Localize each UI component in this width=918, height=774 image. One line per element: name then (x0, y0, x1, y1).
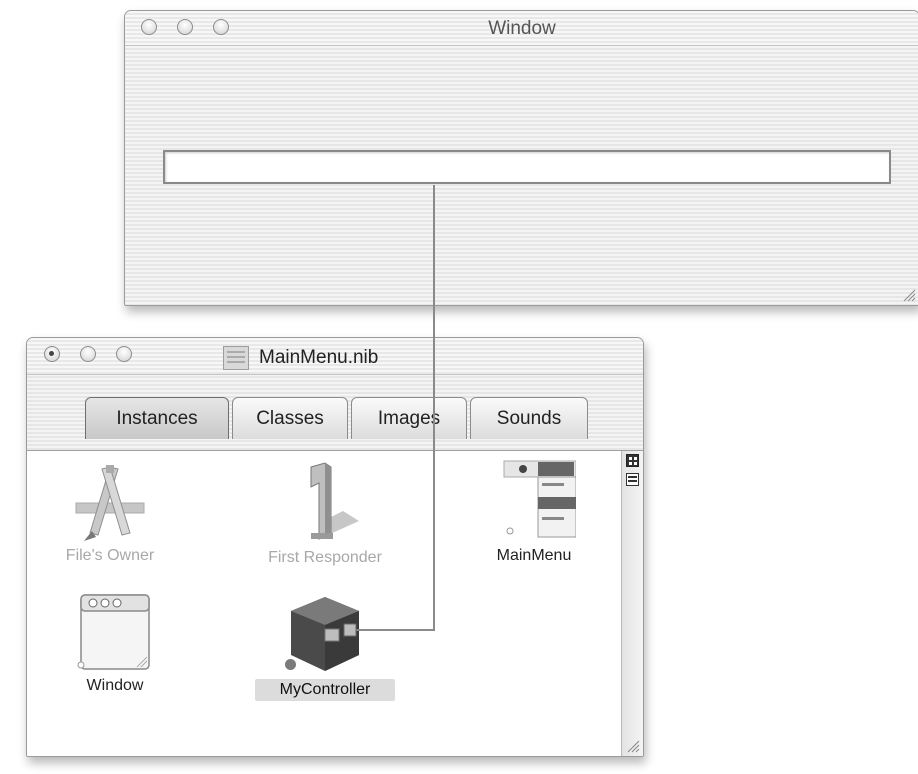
text-field[interactable] (163, 150, 891, 184)
instance-first-responder[interactable]: First Responder (245, 461, 405, 567)
window-instance-icon (77, 594, 150, 670)
first-responder-icon (310, 462, 359, 540)
nib-window-titlebar[interactable]: MainMenu.nib (27, 338, 643, 375)
nib-window-title: MainMenu.nib (259, 347, 379, 368)
zoom-icon[interactable] (116, 346, 132, 362)
top-window-title: Window (488, 18, 556, 39)
instance-window[interactable]: Window (65, 593, 165, 695)
top-window: Window (124, 10, 918, 306)
tab-sounds[interactable]: Sounds (470, 397, 588, 439)
main-menu-icon (503, 460, 576, 538)
instance-my-controller[interactable]: MyController (255, 593, 395, 701)
top-window-content (125, 46, 918, 305)
instance-main-menu[interactable]: MainMenu (479, 459, 589, 565)
instance-files-owner[interactable]: File's Owner (45, 465, 175, 565)
instances-pane: File's Owner First Responder MainMenu Wi… (27, 451, 621, 756)
nib-window: MainMenu.nib Instances Classes Images So… (26, 337, 644, 757)
instance-label: MainMenu (496, 547, 572, 564)
icon-view-toggle-icon[interactable] (626, 454, 639, 467)
tab-bar: Instances Classes Images Sounds (27, 375, 643, 451)
tab-instances[interactable]: Instances (85, 397, 229, 439)
close-icon[interactable] (44, 346, 60, 362)
tab-images[interactable]: Images (351, 397, 467, 439)
file-owner-icon (75, 465, 145, 541)
instance-label: MyController (255, 679, 395, 701)
top-window-titlebar[interactable]: Window (125, 11, 918, 46)
instance-label: Window (86, 677, 144, 694)
list-view-toggle-icon[interactable] (626, 473, 639, 486)
resize-grip-icon[interactable] (902, 288, 916, 302)
tab-classes[interactable]: Classes (232, 397, 348, 439)
nib-document-icon (223, 346, 249, 370)
vertical-scrollbar[interactable] (621, 451, 643, 756)
minimize-icon[interactable] (80, 346, 96, 362)
outlet-indicator-icon (285, 659, 296, 670)
resize-grip-icon[interactable] (626, 739, 640, 753)
instance-label: File's Owner (65, 547, 155, 564)
instance-label: First Responder (268, 549, 382, 566)
